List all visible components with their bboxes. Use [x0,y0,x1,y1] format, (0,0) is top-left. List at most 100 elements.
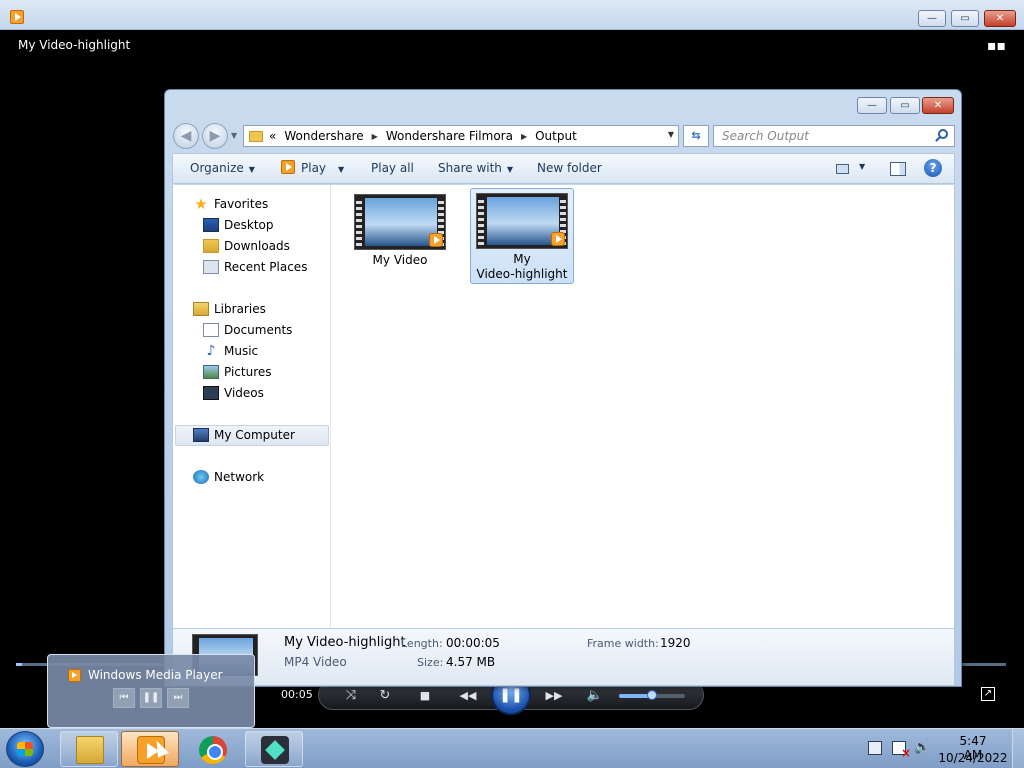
taskbar-explorer[interactable] [60,731,118,767]
film-strip-icon [478,197,484,245]
address-bar[interactable]: « Wondershare ▶ Wondershare Filmora ▶ Ou… [243,125,679,147]
explorer-window: — ▭ ✕ ◀ ▶ ▼ « Wondershare ▶ Wondershare … [164,89,962,687]
forward-button[interactable]: ▶ [202,123,228,149]
navigation-pane[interactable]: ★ Favorites Desktop Downloads Recent Plac… [173,185,331,628]
breadcrumb-separator-icon[interactable]: ▶ [372,132,378,141]
details-file-type: MP4 Video [284,655,347,669]
nav-recent-places[interactable]: Recent Places [203,258,307,276]
desktop-icon [203,218,219,232]
thumbnail-pause-button[interactable]: ❚❚ [140,688,162,708]
recent-pages-dropdown-icon[interactable]: ▼ [231,131,237,140]
shuffle-icon[interactable]: ⤨ [341,687,361,705]
details-frame-width-value: 1920 [660,636,691,650]
thumbnail-title: Windows Media Player [88,668,223,682]
back-button[interactable]: ◀ [173,123,199,149]
nav-videos[interactable]: Videos [203,384,264,402]
file-item-my-video[interactable]: My Video [348,190,452,286]
details-file-name: My Video-highlight [284,635,406,650]
help-icon[interactable]: ? [924,159,942,177]
organize-label: Organize [190,161,244,175]
explorer-minimize-button[interactable]: — [857,97,887,114]
breadcrumb-wondershare[interactable]: Wondershare [284,129,363,143]
taskbar-filmora[interactable] [245,731,303,767]
search-icon[interactable] [938,129,948,139]
nav-libraries[interactable]: Libraries [193,300,266,318]
switch-to-library-icon[interactable]: ▪▪ [987,38,1006,54]
file-item-my-video-highlight[interactable]: My Video-highlight [470,188,574,284]
nav-label: Desktop [224,218,274,232]
nav-my-computer[interactable]: My Computer [193,426,295,444]
taskbar-windows-media-player[interactable] [121,731,179,767]
show-desktop-button[interactable] [1012,729,1024,768]
nav-pictures[interactable]: Pictures [203,363,272,381]
refresh-button[interactable]: ⇆ [683,125,709,147]
volume-tray-icon[interactable]: 🔈 [914,741,930,755]
file-list[interactable]: My Video My Video-highlight [332,185,956,628]
wmp-maximize-button[interactable]: ▭ [951,10,979,27]
nav-label: Network [214,470,265,484]
fullscreen-icon[interactable]: ↗ [981,687,995,701]
computer-icon [193,428,209,442]
nav-documents[interactable]: Documents [203,321,292,339]
nav-music[interactable]: ♪ Music [203,342,259,360]
breadcrumb-overflow[interactable]: « [269,129,276,143]
recent-places-icon [203,260,219,274]
play-button[interactable]: Play ▼ [281,160,344,175]
explorer-close-button[interactable]: ✕ [922,97,954,114]
breadcrumb-separator-icon[interactable]: ▶ [521,132,527,141]
breadcrumb-wondershare-filmora[interactable]: Wondershare Filmora [386,129,513,143]
address-dropdown-icon[interactable]: ▼ [668,130,674,139]
wmp-badge-icon [551,232,565,246]
windows-logo-icon [17,742,33,756]
share-with-button[interactable]: Share with ▼ [438,161,513,175]
volume-slider-handle[interactable] [647,690,657,700]
explorer-maximize-button[interactable]: ▭ [890,97,920,114]
change-view-icon[interactable] [836,164,849,174]
repeat-icon[interactable]: ↻ [375,687,395,705]
thumbnail-previous-button[interactable]: ⏮ [113,688,135,708]
wmp-now-playing-title: My Video-highlight [18,38,131,52]
clock-date[interactable]: 10/24/2022 [938,751,1008,765]
nav-label: My Computer [214,428,295,442]
videos-icon [203,386,219,400]
organize-button[interactable]: Organize ▼ [190,161,255,175]
music-note-icon: ♪ [206,343,216,359]
nav-label: Music [224,344,259,358]
nav-downloads[interactable]: Downloads [203,237,290,255]
play-all-button[interactable]: Play all [371,161,414,175]
chevron-down-icon[interactable]: ▼ [859,162,865,171]
thumbnail-next-button[interactable]: ⏭ [167,688,189,708]
previous-button[interactable]: ◀◀ [453,687,483,705]
chevron-down-icon[interactable]: ▼ [338,165,344,174]
video-frame [487,197,559,245]
folder-icon [249,130,263,142]
nav-desktop[interactable]: Desktop [203,216,274,234]
network-icon [193,470,209,484]
new-folder-button[interactable]: New folder [537,161,602,175]
preview-pane-icon[interactable] [890,162,906,176]
wmp-app-icon [68,669,81,682]
nav-label: Videos [224,386,264,400]
nav-label: Favorites [214,197,269,211]
nav-label: Downloads [224,239,290,253]
command-bar: Organize ▼ Play ▼ Play all Share with ▼ New… [172,153,955,184]
wmp-app-icon [10,10,24,24]
taskbar-chrome[interactable] [183,731,241,767]
nav-favorites[interactable]: ★ Favorites [193,195,268,213]
wmp-close-button[interactable]: ✕ [984,10,1016,27]
action-center-flag-icon[interactable] [892,741,911,760]
wmp-taskbar-thumbnail[interactable]: Windows Media Player ⏮ ❚❚ ⏭ [47,654,255,728]
wmp-title-bar[interactable]: — ▭ ✕ [0,0,1024,30]
wmp-minimize-button[interactable]: — [918,10,946,27]
breadcrumb-output[interactable]: Output [535,129,577,143]
network-tray-icon[interactable] [868,741,882,755]
filmora-icon [261,736,289,764]
stop-button[interactable]: ■ [415,687,435,705]
search-input[interactable]: Search Output [713,125,955,147]
start-button[interactable] [6,731,44,767]
next-button[interactable]: ▶▶ [539,687,569,705]
file-name: My Video-highlight [476,252,568,281]
nav-network[interactable]: Network [193,468,264,486]
share-with-label: Share with [438,161,502,175]
mute-icon[interactable]: 🔈 [585,687,605,705]
